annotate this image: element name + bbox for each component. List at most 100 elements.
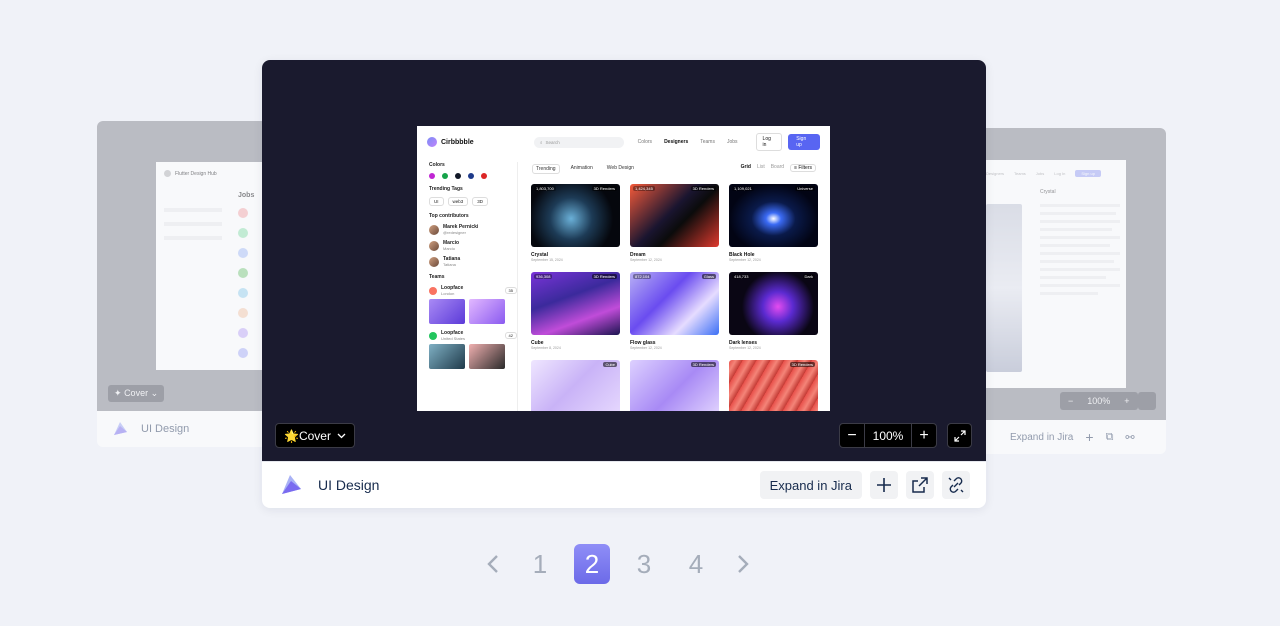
color-swatch bbox=[481, 173, 487, 179]
external-link-icon[interactable]: ⧉ bbox=[1106, 431, 1114, 444]
mockup-logo: Cirbbbble bbox=[427, 137, 520, 147]
fullscreen-button[interactable] bbox=[1138, 392, 1156, 410]
card-preview: Cirbbbble ⌕ Search Colors Designers Teams… bbox=[262, 60, 986, 461]
shot-date: September 12, 2024 bbox=[729, 346, 761, 350]
mockup-search: ⌕ Search bbox=[533, 136, 624, 148]
shot-tag: Dark bbox=[802, 274, 815, 279]
chevron-right-icon bbox=[738, 555, 749, 573]
shot-view-count: 936,308 bbox=[534, 274, 553, 279]
shot-card: 3D Renders bbox=[729, 360, 818, 411]
carousel-card-next[interactable]: Designers Teams Jobs Log In Sign up Crystal… bbox=[978, 128, 1166, 454]
mockup-nav: Colors Designers Teams Jobs bbox=[637, 139, 738, 145]
team-item: Loopface United States 42 bbox=[429, 330, 517, 341]
design-preview-mockup: Cirbbbble ⌕ Search Colors Designers Teams… bbox=[417, 126, 830, 411]
tag-list: UI web3 3D bbox=[429, 197, 517, 206]
shot-card: 418,733 Dark Dark lenses September 12, 2024 bbox=[729, 272, 818, 360]
expand-in-jira-button[interactable]: Expand in Jira bbox=[759, 471, 862, 499]
shot-image: 872,104 Glass bbox=[630, 272, 719, 335]
open-external-button[interactable] bbox=[906, 471, 934, 499]
avatar bbox=[429, 256, 439, 267]
shot-card: 1,109,021 Universe Black Hole September 12,… bbox=[729, 184, 818, 272]
shot-view-count: 418,733 bbox=[732, 274, 751, 279]
shot-view-count: 1,803,700 bbox=[534, 186, 556, 191]
search-icon: ⌕ bbox=[539, 139, 543, 145]
cover-dropdown[interactable]: ✦ Cover ⌄ bbox=[108, 385, 165, 402]
shot-image: 3D Renders bbox=[729, 360, 818, 411]
page-3-button[interactable]: 3 bbox=[626, 544, 662, 584]
team-item: Loopface London 35 bbox=[429, 285, 517, 296]
pagination: 1 2 3 4 bbox=[480, 544, 756, 584]
fullscreen-button[interactable] bbox=[947, 423, 972, 448]
unlink-button[interactable] bbox=[942, 471, 970, 499]
color-swatch bbox=[429, 173, 435, 179]
shot-tag: 3D Renders bbox=[591, 186, 617, 191]
shot-card: 3D Renders bbox=[630, 360, 719, 411]
contributor-item: Tatiana Tatiana bbox=[429, 256, 517, 267]
mockup-signup: Sign up bbox=[788, 134, 820, 150]
shot-tag: 3D Renders bbox=[690, 186, 716, 191]
add-icon[interactable]: + bbox=[1085, 429, 1093, 445]
prev-page-button[interactable] bbox=[480, 544, 506, 584]
color-swatch bbox=[455, 173, 461, 179]
page-1-button[interactable]: 1 bbox=[522, 544, 558, 584]
zoom-in-button[interactable]: + bbox=[1124, 396, 1129, 406]
card-preview: Flutter Design Hub Jobs ✦ Cover ⌄ bbox=[97, 121, 267, 411]
zoom-value: 100% bbox=[1087, 396, 1111, 406]
color-swatch bbox=[442, 173, 448, 179]
unlink-icon[interactable]: ⚯ bbox=[1125, 431, 1134, 444]
shot-date: September 15, 2024 bbox=[531, 258, 563, 262]
brand-logo-icon bbox=[427, 137, 437, 147]
mockup-sidebar: Colors Trending Tags UI web3 3D Top cont… bbox=[429, 162, 517, 375]
shot-tag: 3D Renders bbox=[690, 362, 716, 367]
mockup-view-toggle: Grid List Board ≡ Filters bbox=[741, 164, 816, 172]
shot-tag: Universe bbox=[795, 186, 815, 191]
shot-tag: Cube bbox=[603, 362, 617, 367]
card-footer: UI Design Expand in Jira bbox=[262, 461, 986, 508]
shot-image: 3D Renders bbox=[630, 360, 719, 411]
zoom-out-button[interactable]: − bbox=[840, 424, 864, 447]
shot-card: 1,424,345 3D Renders Dream September 12, 20… bbox=[630, 184, 719, 272]
shot-view-count: 1,424,345 bbox=[633, 186, 655, 191]
shot-date: September 8, 2024 bbox=[531, 346, 561, 350]
preview-thumbnail: Flutter Design Hub Jobs bbox=[156, 162, 267, 370]
mockup-content: Trending Animation Web Design Grid List … bbox=[517, 162, 830, 411]
shot-date: September 12, 2024 bbox=[630, 258, 662, 262]
zoom-in-button[interactable]: + bbox=[912, 424, 936, 447]
carousel-card-previous[interactable]: Flutter Design Hub Jobs ✦ Cover ⌄ UI Des… bbox=[97, 121, 267, 447]
expand-in-jira-button[interactable]: Expand in Jira bbox=[1010, 432, 1073, 443]
avatar bbox=[429, 240, 439, 251]
shot-image: 1,803,700 3D Renders bbox=[531, 184, 620, 247]
card-title: UI Design bbox=[141, 423, 190, 435]
team-logo-icon bbox=[429, 331, 437, 340]
shot-grid: 1,803,700 3D Renders Crystal September 15, … bbox=[531, 184, 818, 411]
shot-image: Cube bbox=[531, 360, 620, 411]
mockup-header: Cirbbbble ⌕ Search Colors Designers Teams… bbox=[417, 126, 830, 158]
avatar bbox=[429, 224, 439, 235]
preview-heading: Jobs bbox=[238, 192, 255, 199]
zoom-out-button[interactable]: − bbox=[1068, 396, 1073, 406]
external-link-icon bbox=[912, 477, 928, 493]
cover-dropdown[interactable]: 🌟Cover bbox=[275, 423, 355, 448]
page-2-button[interactable]: 2 bbox=[574, 544, 610, 584]
shot-tag: Glass bbox=[701, 274, 716, 279]
expand-icon bbox=[953, 429, 966, 442]
shot-card: 872,104 Glass Flow glass September 12, 2024 bbox=[630, 272, 719, 360]
color-swatch bbox=[468, 173, 474, 179]
unlink-icon bbox=[948, 477, 964, 493]
carousel-card-current: Cirbbbble ⌕ Search Colors Designers Teams… bbox=[262, 60, 986, 508]
card-title: UI Design bbox=[318, 477, 380, 493]
contributor-item: Marek Pernicki @redesigner bbox=[429, 224, 517, 235]
shot-card: Cube bbox=[531, 360, 620, 411]
preview-title: Flutter Design Hub bbox=[175, 170, 217, 177]
card-preview: Designers Teams Jobs Log In Sign up Crystal… bbox=[978, 128, 1166, 420]
chevron-down-icon: ⌄ bbox=[150, 388, 159, 398]
zoom-value: 100% bbox=[864, 424, 912, 447]
page-4-button[interactable]: 4 bbox=[678, 544, 714, 584]
next-page-button[interactable] bbox=[730, 544, 756, 584]
preview-item-title: Crystal bbox=[1040, 189, 1056, 195]
add-button[interactable] bbox=[870, 471, 898, 499]
shot-view-count: 872,104 bbox=[633, 274, 652, 279]
design-logo-icon bbox=[282, 475, 301, 494]
logo-icon bbox=[164, 170, 171, 177]
star-icon: ✦ bbox=[114, 388, 122, 398]
